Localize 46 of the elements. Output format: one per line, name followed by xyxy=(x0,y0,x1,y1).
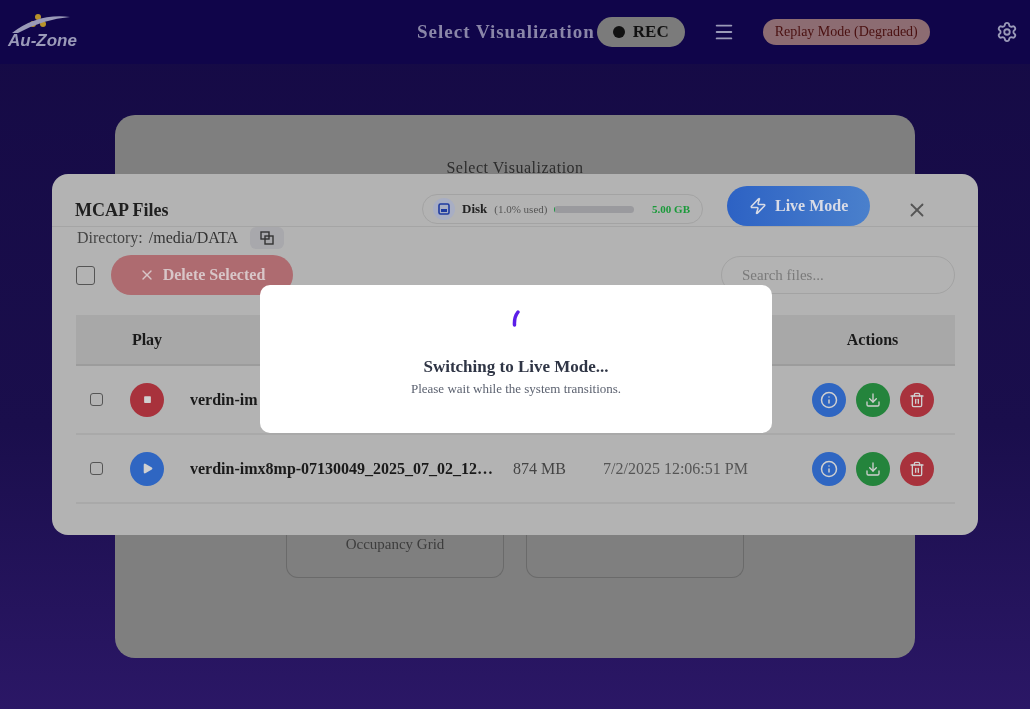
copy-icon[interactable] xyxy=(250,227,285,249)
settings-icon[interactable] xyxy=(996,21,1018,43)
play-button[interactable] xyxy=(130,451,164,486)
file-size: 874 MB xyxy=(513,459,567,478)
column-header: Play xyxy=(131,330,163,349)
search-field[interactable]: Search files... xyxy=(721,256,955,294)
select-all-checkbox[interactable] xyxy=(76,265,95,285)
info-button[interactable] xyxy=(811,451,846,486)
disk-free-text: 5.00 GB xyxy=(652,203,690,215)
disk-usage-text: (1.0% used) xyxy=(494,203,548,215)
lightning-icon xyxy=(749,197,767,215)
mode-badge: Replay Mode (Degraded) xyxy=(762,19,930,45)
rec-button[interactable]: REC xyxy=(596,17,685,47)
floppy-disk-icon xyxy=(433,198,455,220)
loading-message: Please wait while the system transitions. xyxy=(410,381,622,397)
page-title: Select Visualization xyxy=(417,21,595,43)
trash-icon xyxy=(908,460,925,477)
column-header: Actions xyxy=(846,330,899,349)
stop-icon xyxy=(142,395,152,404)
file-name: verdin-im xyxy=(189,390,259,409)
download-icon xyxy=(864,391,881,408)
trash-icon xyxy=(908,391,925,408)
info-icon xyxy=(819,390,838,409)
file-name: verdin-imx8mp-07130049_2025_07_02_12… xyxy=(189,459,495,478)
delete-button[interactable] xyxy=(899,451,934,486)
live-mode-button[interactable]: Live Mode xyxy=(727,186,871,226)
spinner-icon xyxy=(512,310,520,327)
record-dot-icon xyxy=(612,26,625,38)
disk-label: Disk xyxy=(462,201,488,217)
file-date: 7/2/2025 12:06:51 PM xyxy=(603,459,749,478)
logo-text: Au-Zone xyxy=(8,31,77,51)
delete-button[interactable] xyxy=(899,382,934,417)
download-button[interactable] xyxy=(855,382,890,417)
info-button[interactable] xyxy=(811,382,846,417)
delete-selected-button[interactable]: Delete Selected xyxy=(111,255,293,295)
info-icon xyxy=(819,459,838,478)
stop-button[interactable] xyxy=(130,382,164,417)
panel-title: Select Visualization xyxy=(446,159,584,177)
row-checkbox[interactable] xyxy=(89,393,103,406)
directory-label: Directory: xyxy=(77,229,143,247)
dialog-title: MCAP Files xyxy=(75,199,170,221)
loading-title: Switching to Live Mode... xyxy=(423,357,609,377)
download-button[interactable] xyxy=(855,451,890,486)
row-checkbox[interactable] xyxy=(89,462,103,475)
download-icon xyxy=(864,460,881,477)
directory-path: /media/DATA xyxy=(148,229,239,247)
